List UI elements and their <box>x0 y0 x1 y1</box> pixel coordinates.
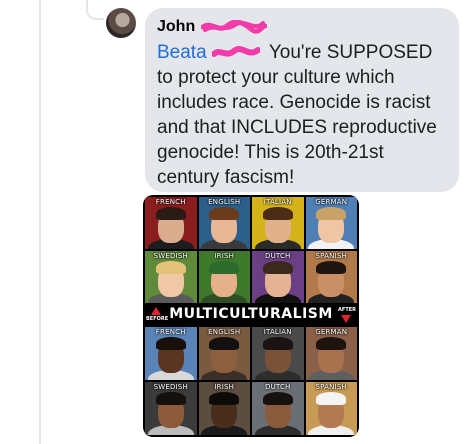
after-portrait-spanish: SPANISH <box>305 382 357 435</box>
portrait-hair <box>262 392 293 405</box>
portrait-label: ITALIAN <box>263 328 292 336</box>
before-portrait-french: FRENCH <box>145 197 197 249</box>
before-portrait-italian: ITALIAN <box>252 197 304 249</box>
portrait-hair <box>209 392 240 405</box>
after-label: AFTER <box>338 307 356 313</box>
portrait-label: ENGLISH <box>208 328 241 336</box>
portrait-hair <box>316 337 347 350</box>
portrait-label: GERMAN <box>315 198 348 206</box>
comment-text: Beata You're SUPPOSED to protect your cu… <box>157 40 447 190</box>
comment-author[interactable]: John <box>157 16 447 38</box>
commenter-avatar[interactable] <box>106 8 136 38</box>
before-grid: FRENCH ENGLISH ITALIAN GERMAN SWEDISH IRISH DU… <box>145 197 357 303</box>
portrait-hair <box>262 207 293 220</box>
mention-name[interactable]: Beata <box>157 42 207 63</box>
portrait-label: DUTCH <box>264 383 291 391</box>
portrait-hair <box>316 261 347 274</box>
mention-redaction-scribble <box>211 46 260 57</box>
before-portrait-swedish: SWEDISH <box>145 251 197 303</box>
red-up-arrow-icon <box>151 307 161 315</box>
before-portrait-spanish: SPANISH <box>305 251 357 303</box>
portrait-hair <box>209 261 240 274</box>
portrait-label: FRENCH <box>155 328 186 336</box>
portrait-hair <box>209 337 240 350</box>
reply-connector <box>86 0 104 20</box>
before-portrait-irish: IRISH <box>198 251 250 303</box>
portrait-hair <box>155 207 186 220</box>
after-portrait-french: FRENCH <box>145 327 197 380</box>
after-portrait-dutch: DUTCH <box>252 382 304 435</box>
author-first-name[interactable]: John <box>157 18 195 35</box>
portrait-label: IRISH <box>214 252 235 260</box>
red-down-arrow-icon <box>341 315 351 323</box>
portrait-hair <box>316 207 347 220</box>
before-portrait-german: GERMAN <box>305 197 357 249</box>
mention-link[interactable]: Beata <box>157 42 264 63</box>
after-portrait-irish: IRISH <box>198 382 250 435</box>
comment-body: You're SUPPOSED to protect your culture … <box>157 42 437 188</box>
before-portrait-english: ENGLISH <box>198 197 250 249</box>
portrait-label: DUTCH <box>264 252 291 260</box>
portrait-hair <box>316 392 347 405</box>
banner-title: MULTICULTURALISM <box>169 306 333 322</box>
portrait-label: SWEDISH <box>153 252 188 260</box>
after-portrait-german: GERMAN <box>305 327 357 380</box>
portrait-hair <box>262 337 293 350</box>
after-portrait-english: ENGLISH <box>198 327 250 380</box>
portrait-hair <box>209 207 240 220</box>
portrait-hair <box>155 337 186 350</box>
portrait-hair <box>262 261 293 274</box>
comment-bubble: John Beata You're SUPPOSED to protect yo… <box>145 8 459 192</box>
after-portrait-italian: ITALIAN <box>252 327 304 380</box>
redaction-scribble <box>201 19 268 34</box>
before-portrait-dutch: DUTCH <box>252 251 304 303</box>
meme-banner: BEFORE MULTICULTURALISM AFTER <box>143 305 359 325</box>
portrait-label: IRISH <box>214 383 235 391</box>
after-portrait-swedish: SWEDISH <box>145 382 197 435</box>
portrait-hair <box>155 392 186 405</box>
portrait-label: GERMAN <box>315 328 348 336</box>
thread-line <box>39 0 41 444</box>
portrait-hair <box>155 261 186 274</box>
portrait-label: ITALIAN <box>263 198 292 206</box>
portrait-label: SPANISH <box>315 252 347 260</box>
portrait-label: ENGLISH <box>208 198 241 206</box>
portrait-label: SPANISH <box>315 383 347 391</box>
portrait-label: FRENCH <box>155 198 186 206</box>
portrait-label: SWEDISH <box>153 383 188 391</box>
meme-image[interactable]: FRENCH ENGLISH ITALIAN GERMAN SWEDISH IRISH DU… <box>143 195 359 437</box>
after-grid: FRENCH ENGLISH ITALIAN GERMAN SWEDISH IRISH DU… <box>145 327 357 435</box>
